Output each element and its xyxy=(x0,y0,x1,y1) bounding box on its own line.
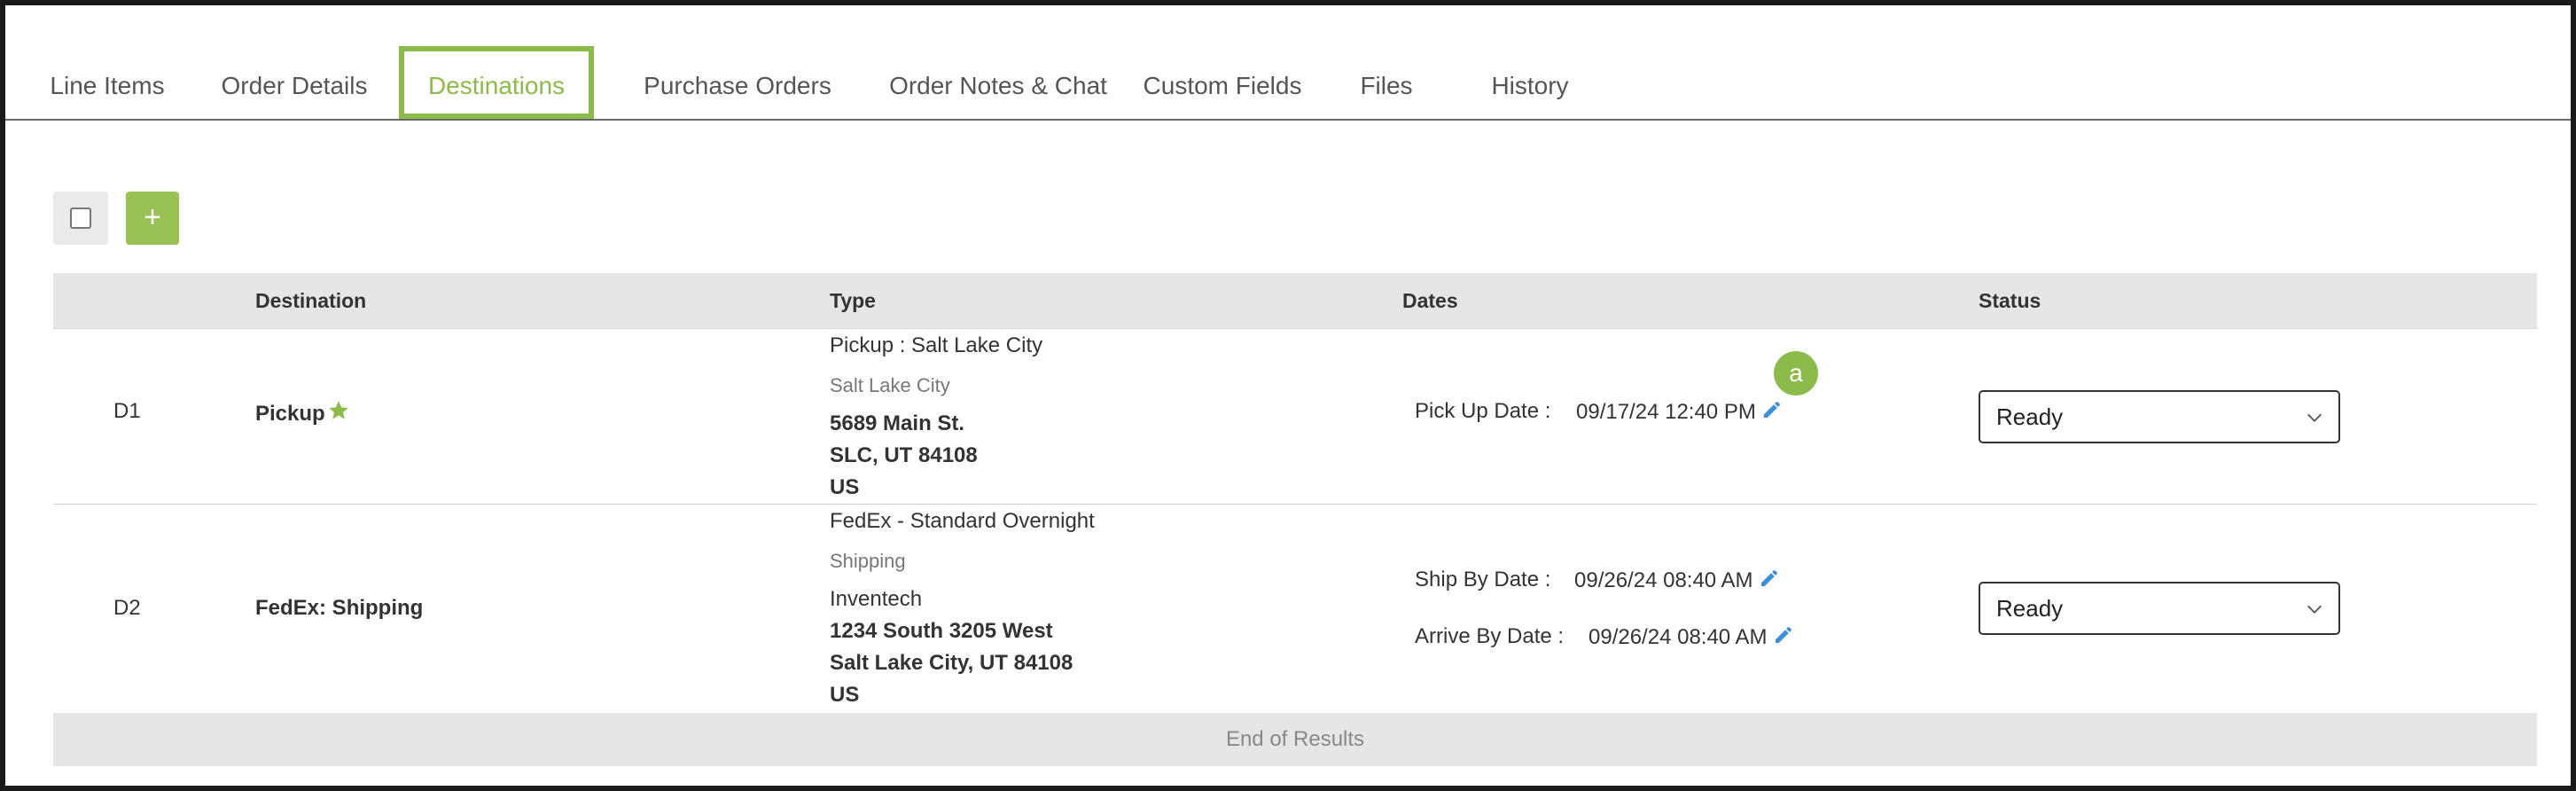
destination-name: Pickup xyxy=(255,399,350,427)
tab-files[interactable]: Files xyxy=(1353,46,1420,119)
ship-by-date-label: Ship By Date : xyxy=(1415,568,1551,591)
header-status: Status xyxy=(1979,289,2041,312)
address-line: Inventech xyxy=(830,587,923,611)
pickup-date-value: 09/17/24 12:40 PM xyxy=(1576,400,1756,424)
address-line: SLC, UT 84108 xyxy=(830,443,978,467)
window-frame: Line Items Order Details Destinations Pu… xyxy=(0,0,2576,791)
header-destination: Destination xyxy=(255,289,367,312)
tab-custom-fields[interactable]: Custom Fields xyxy=(1138,46,1307,119)
table-row[interactable]: D2 FedEx: Shipping FedEx - Standard Over… xyxy=(53,504,2537,713)
edit-pencil-icon[interactable] xyxy=(1773,624,1794,646)
tab-purchase-orders[interactable]: Purchase Orders xyxy=(619,46,856,119)
type-title: Pickup : Salt Lake City xyxy=(830,333,1043,357)
annotation-badge: a xyxy=(1774,351,1818,396)
header-dates: Dates xyxy=(1402,289,1458,312)
table-header: Destination Type Dates Status xyxy=(53,273,2537,329)
star-icon xyxy=(328,401,348,419)
tab-bar: Line Items Order Details Destinations Pu… xyxy=(5,46,2571,121)
address-line: US xyxy=(830,475,860,499)
address-line: 5689 Main St. xyxy=(830,411,965,435)
pickup-date-row: 09/17/24 12:40 PM xyxy=(1576,399,1783,425)
checkbox-box xyxy=(70,208,91,229)
status-select[interactable]: Ready xyxy=(1979,582,2340,635)
tab-line-items[interactable]: Line Items xyxy=(41,46,174,119)
address-line: US xyxy=(830,683,860,707)
table-row[interactable]: D1 Pickup Pickup : Salt Lake City Salt L… xyxy=(53,328,2537,505)
add-destination-button[interactable]: + xyxy=(126,192,179,245)
arrive-by-date-row: 09/26/24 08:40 AM xyxy=(1589,624,1794,650)
select-all-checkbox[interactable] xyxy=(53,192,108,245)
destination-label: FedEx: Shipping xyxy=(255,596,424,620)
type-subtitle: Shipping xyxy=(830,550,906,572)
tab-history[interactable]: History xyxy=(1480,46,1580,119)
chevron-down-icon xyxy=(2307,605,2322,614)
destination-label: Pickup xyxy=(255,402,325,426)
arrive-by-date-value: 09/26/24 08:40 AM xyxy=(1589,625,1768,649)
tab-order-details[interactable]: Order Details xyxy=(215,46,374,119)
edit-pencil-icon[interactable] xyxy=(1759,568,1780,589)
ship-by-date-row: 09/26/24 08:40 AM xyxy=(1574,568,1780,593)
status-value: Ready xyxy=(1996,403,2064,430)
status-select[interactable]: Ready xyxy=(1979,390,2340,443)
chevron-down-icon xyxy=(2307,413,2322,422)
header-type: Type xyxy=(830,289,876,312)
address-line: 1234 South 3205 West xyxy=(830,619,1053,643)
edit-pencil-icon[interactable] xyxy=(1761,399,1783,420)
ship-by-date-value: 09/26/24 08:40 AM xyxy=(1574,568,1753,592)
status-value: Ready xyxy=(1996,595,2064,622)
tab-destinations[interactable]: Destinations xyxy=(399,46,594,119)
end-of-results: End of Results xyxy=(53,713,2537,766)
row-id: D2 xyxy=(113,596,141,620)
address-line: Salt Lake City, UT 84108 xyxy=(830,651,1073,675)
pickup-date-label: Pick Up Date : xyxy=(1415,399,1551,423)
type-title: FedEx - Standard Overnight xyxy=(830,509,1095,533)
row-id: D1 xyxy=(113,399,141,423)
type-subtitle: Salt Lake City xyxy=(830,374,950,396)
arrive-by-date-label: Arrive By Date : xyxy=(1415,624,1565,648)
tab-order-notes-chat[interactable]: Order Notes & Chat xyxy=(865,46,1131,119)
